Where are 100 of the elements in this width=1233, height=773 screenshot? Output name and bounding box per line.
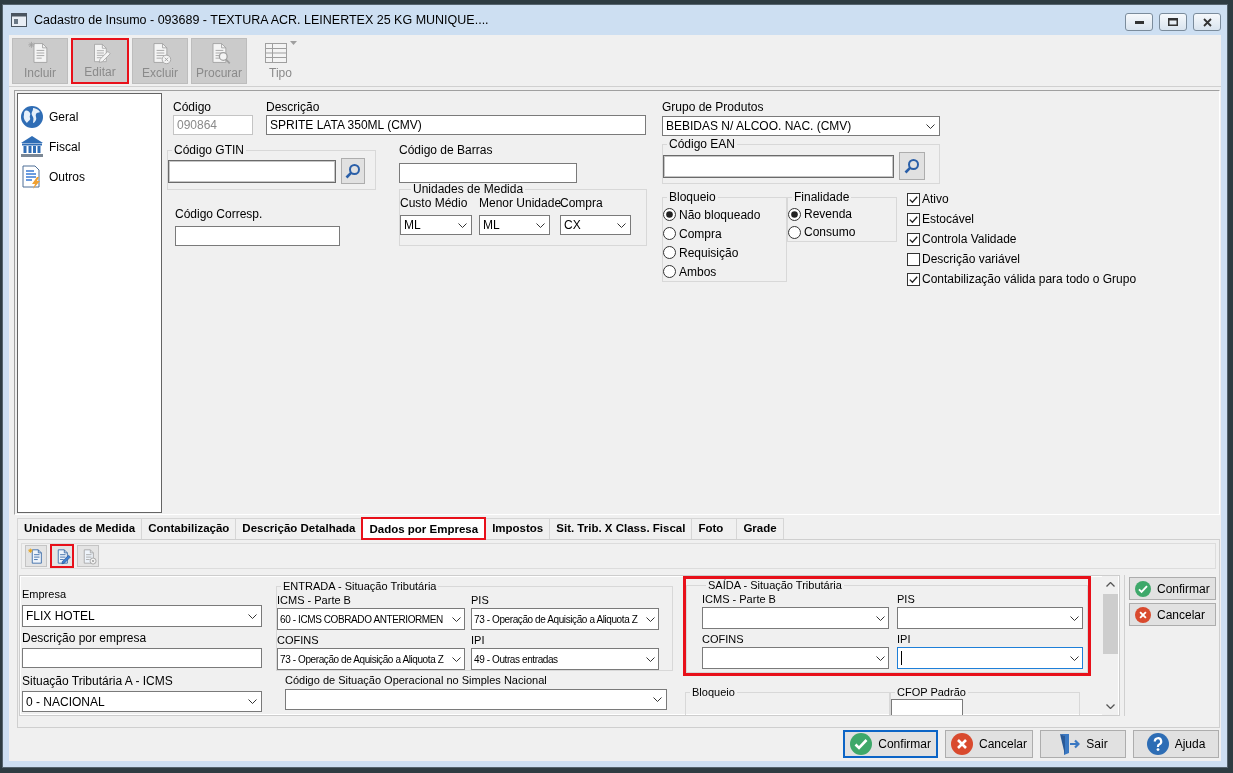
dropdown-field[interactable]: CX [560,215,631,235]
search-button[interactable] [341,158,365,184]
search-button[interactable] [899,152,925,180]
radio-option[interactable]: Não bloqueado [663,205,786,224]
group-title: SAÍDA - Situação Tributária [707,579,843,592]
window-title: Cadastro de Insumo - 093689 - TEXTURA ACR. LEINERTEX 25 KG MUNIQUE.... [34,13,489,27]
door-exit-icon [1058,733,1081,755]
dropdown-field[interactable] [285,689,667,710]
text-field[interactable] [399,163,577,183]
exit-button[interactable]: Sair [1040,730,1126,758]
field-label: Menor Unidade [479,195,562,211]
dropdown-field[interactable]: FLIX HOTEL [22,605,262,627]
check-circle-icon [1135,580,1151,597]
dropdown-field[interactable] [897,647,1083,669]
field-label: COFINS [702,632,744,646]
chevron-down-icon [617,222,626,228]
text-cursor [901,651,902,665]
field-label: Grupo de Produtos [662,99,764,115]
scroll-up-icon[interactable] [1105,582,1115,587]
minimize-button[interactable] [1125,13,1153,31]
group-title: ENTRADA - Situação Tributária [282,580,438,593]
dropdown-field[interactable]: ML [400,215,472,235]
field-label: Código [173,99,212,115]
chevron-down-icon [536,222,545,228]
cancel-button[interactable]: Cancelar [944,730,1033,758]
sidebar-item[interactable]: Outros [20,162,161,192]
sidebar-item[interactable]: Geral [20,102,161,132]
field-label: PIS [897,592,915,606]
new-item-button[interactable] [25,545,47,567]
dropdown-field[interactable]: 0 - NACIONAL [22,691,262,712]
field-label: Código Corresp. [175,206,263,222]
text-field[interactable] [175,226,340,246]
close-button[interactable] [1193,13,1221,31]
field-label: Situação Tributária A - ICMS [22,673,173,689]
dropdown-field[interactable]: 60 - ICMS COBRADO ANTERIORMEN [277,608,465,630]
chevron-down-icon [458,222,467,228]
field-label: COFINS [277,633,319,647]
radio-option[interactable]: Compra [663,224,786,243]
text-field[interactable] [168,159,336,183]
text-field[interactable] [891,699,963,715]
checkbox-option[interactable]: Contabilização válida para todo o Grupo [907,269,1137,289]
edit-item-button[interactable] [50,544,74,568]
scrollbar-thumb[interactable] [1102,594,1118,654]
maximize-button[interactable] [1159,13,1187,31]
cancel-button[interactable]: Cancelar [1129,603,1216,626]
tab[interactable]: Grade [736,518,784,539]
globe-icon [20,105,44,129]
chevron-down-icon [926,123,935,129]
text-field[interactable] [22,648,262,668]
sidebar-item[interactable]: Fiscal [20,132,161,162]
text-field[interactable]: SPRITE LATA 350ML (CMV) [266,115,646,135]
scroll-down-icon[interactable] [1105,704,1115,709]
vertical-scrollbar[interactable] [1102,576,1118,715]
tab[interactable]: Dados por Empresa [361,517,487,540]
group-title: Bloqueio [668,189,717,205]
dropdown-field[interactable] [702,607,889,629]
chevron-down-icon [876,615,885,621]
text-field[interactable] [663,154,894,178]
dropdown-field[interactable]: 49 - Outras entradas [471,648,659,670]
field-label: Descrição por empresa [22,630,147,646]
search-icon [904,158,920,174]
maximize-icon [1168,18,1178,26]
checkbox-option[interactable]: Descrição variável [907,249,1137,269]
minimize-icon [1134,20,1144,24]
x-circle-icon [950,733,973,755]
group-title: Código EAN [668,136,737,152]
checkbox-option[interactable]: Controla Validade [907,229,1137,249]
chevron-down-icon [248,699,257,704]
search-icon [345,163,361,179]
group-title: Finalidade [793,189,851,205]
radio-option[interactable]: Revenda [788,205,896,223]
field-label: IPI [897,632,911,646]
group-title: Unidades de Medida [412,183,525,195]
chevron-down-icon [876,655,885,661]
field-label: PIS [471,593,489,607]
field-label: Código de Situação Operacional no Simples Nacional [285,673,547,687]
chevron-down-icon [646,616,655,622]
help-button[interactable]: Ajuda [1133,730,1219,758]
table-grid-icon [264,41,288,65]
field-label: Código de Barras [399,142,493,158]
dropdown-field[interactable]: 73 - Operação de Aquisição a Aliquota Z [471,608,659,630]
chevron-down-icon [1070,655,1079,661]
dropdown-field[interactable]: BEBIDAS N/ ALCOO. NAC. (CMV) [662,116,940,136]
confirm-button[interactable]: Confirmar [1129,577,1216,600]
checkbox-option[interactable]: Ativo [907,189,1137,209]
dropdown-field[interactable] [897,607,1083,629]
dropdown-field[interactable]: ML [479,215,550,235]
confirm-button[interactable]: Confirmar [843,730,938,758]
chevron-down-icon [452,616,461,622]
radio-option[interactable]: Requisição [663,243,786,262]
help-icon [1146,733,1169,755]
caret-down-icon [290,41,297,45]
tab[interactable]: Unidades de Medida [17,518,143,539]
check-circle-icon [850,733,873,755]
radio-option[interactable]: Ambos [663,262,786,281]
dropdown-field[interactable] [702,647,889,669]
radio-option[interactable]: Consumo [788,223,896,241]
document-new-icon [27,547,45,565]
dropdown-field[interactable]: 73 - Operação de Aquisição a Aliquota Z [277,648,465,670]
checkbox-option[interactable]: Estocável [907,209,1137,229]
